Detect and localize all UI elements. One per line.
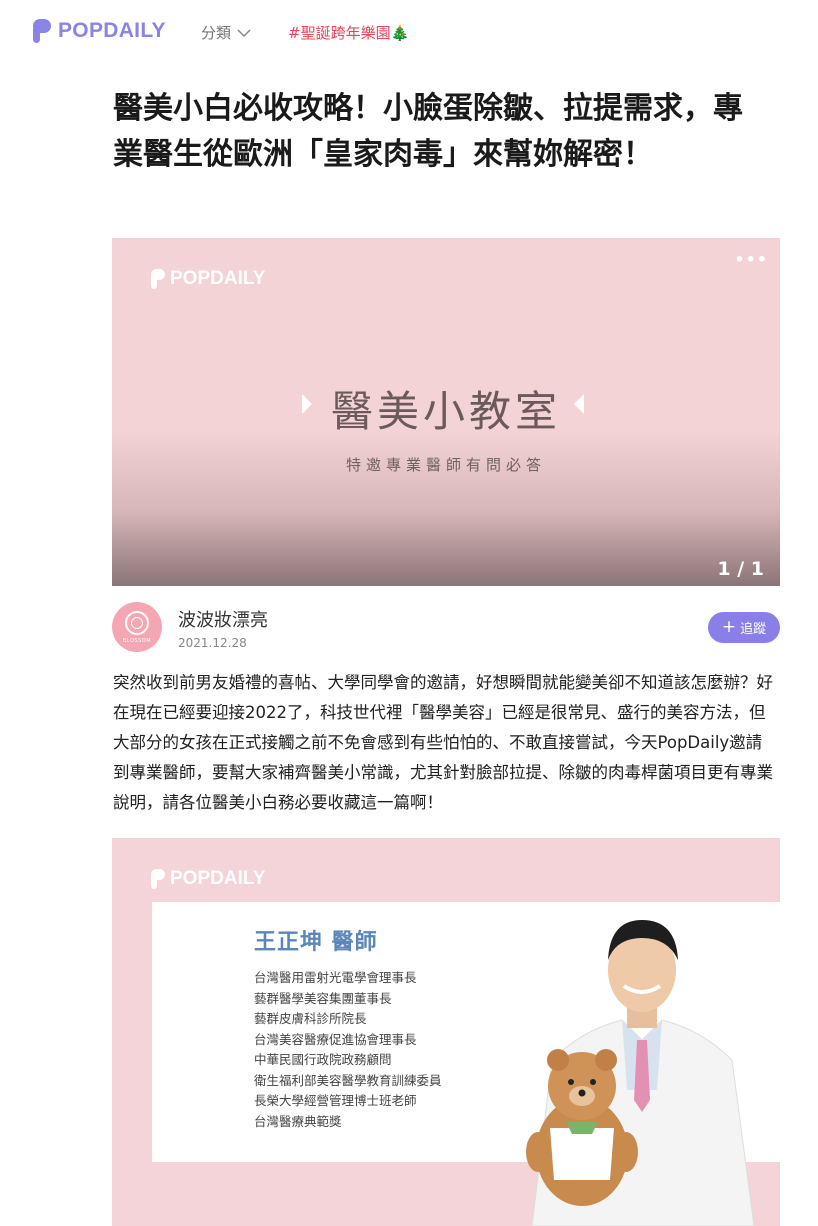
hero-headline: 醫美小教室: [330, 387, 561, 436]
hero-image[interactable]: POPDAILY ••• 醫美小教室 特邀專業醫師有問必答 1 / 1: [112, 238, 780, 586]
top-nav: POPDAILY 分類 #聖誕跨年樂園🎄: [0, 0, 818, 64]
chevron-down-icon: [237, 28, 251, 37]
follow-label: 追蹤: [740, 622, 767, 637]
credential-item: 台灣美容醫療促進協會理事長: [254, 1031, 417, 1047]
avatar-brand: BLOSSOM: [122, 638, 152, 644]
hero-subtitle: 特邀專業醫師有問必答: [345, 456, 546, 474]
credential-item: 藝群醫學美容集團董事長: [254, 990, 392, 1006]
featured-tag-link[interactable]: #聖誕跨年樂園🎄: [288, 22, 409, 43]
avatar-inner-ring: [131, 617, 143, 629]
plus-icon: +: [721, 617, 737, 637]
follow-button[interactable]: + 追蹤: [708, 612, 780, 643]
article-title: 醫美小白必收攻略！小臉蛋除皺、拉提需求，專業醫生從歐洲「皇家肉毒」來幫妳解密！: [113, 91, 743, 172]
author-name[interactable]: 波波妝漂亮: [178, 606, 268, 632]
popdaily-logo[interactable]: POPDAILY: [32, 18, 166, 44]
publish-date: 2021.12.28: [178, 636, 247, 650]
image-watermark-logo: POPDAILY: [150, 868, 265, 890]
credential-item: 衛生福利部美容醫學教育訓練委員: [254, 1072, 442, 1088]
doctor-name: 王正坤 醫師: [254, 930, 378, 955]
image-logo-text: POPDAILY: [170, 868, 266, 889]
hero-watermark-logo: POPDAILY: [150, 268, 265, 290]
more-options-icon[interactable]: •••: [734, 250, 768, 269]
doctor-intro-image[interactable]: POPDAILY 王正坤 醫師 台灣醫用雷射光電學會理事長 藝群醫學美容集團董事…: [112, 838, 780, 1226]
doctor-credentials: 台灣醫用雷射光電學會理事長 藝群醫學美容集團董事長 藝群皮膚科診所院長 台灣美容…: [254, 968, 442, 1132]
credential-item: 台灣醫用雷射光電學會理事長: [254, 970, 417, 985]
hero-logo-text: POPDAILY: [170, 268, 266, 289]
triangle-left-icon: [574, 394, 584, 414]
credential-item: 台灣醫療典範獎: [254, 1113, 342, 1129]
author-avatar[interactable]: BLOSSOM: [112, 602, 162, 652]
credential-item: 長榮大學經營管理博士班老師: [254, 1093, 417, 1108]
logo-text: POPDAILY: [58, 19, 166, 42]
doctor-photo: [526, 920, 755, 1226]
author-bar: BLOSSOM 波波妝漂亮 2021.12.28 + 追蹤: [112, 602, 780, 656]
credential-item: 藝群皮膚科診所院長: [254, 1011, 367, 1026]
popdaily-logo-icon: [151, 269, 165, 289]
popdaily-logo-icon: [33, 19, 51, 43]
article-body: 突然收到前男友婚禮的喜帖、大學同學會的邀請，好想瞬間就能變美卻不知道該怎麼辦？好…: [113, 673, 773, 812]
popdaily-logo-icon: [151, 869, 165, 889]
image-counter: 1 / 1: [717, 558, 764, 580]
category-dropdown[interactable]: 分類: [201, 22, 251, 43]
credential-item: 中華民國行政院政務顧問: [254, 1052, 392, 1067]
category-label: 分類: [201, 24, 232, 42]
